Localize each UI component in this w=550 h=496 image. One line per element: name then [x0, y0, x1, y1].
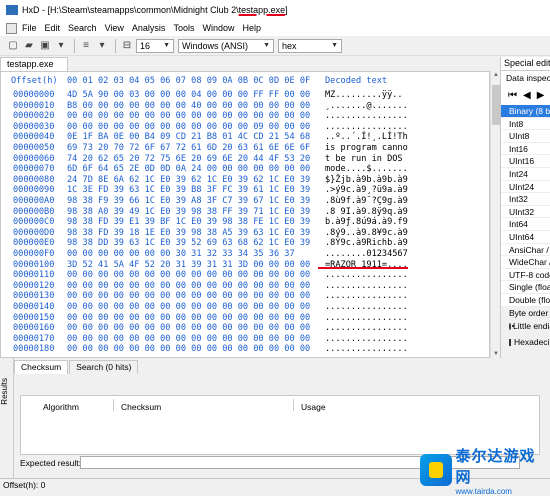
scrollbar-thumb[interactable] — [492, 85, 500, 125]
menu-help[interactable]: Help — [242, 23, 261, 33]
vertical-scrollbar[interactable]: ▲ ▼ — [490, 71, 500, 358]
toolbar-separator — [115, 39, 116, 53]
next-icon[interactable]: ▶ — [537, 90, 545, 101]
inspector-item[interactable]: Int16 — [501, 143, 550, 156]
menu-view[interactable]: View — [105, 23, 124, 33]
bytes-per-row-value: 16 — [140, 41, 150, 51]
column-divider — [293, 399, 294, 411]
window-title: HxD - [H:\Steam\steamapps\common\Midnigh… — [22, 5, 288, 15]
status-offset: Offset(h): 0 — [3, 480, 45, 490]
radio-selected-icon[interactable] — [509, 323, 511, 330]
dropdown-arrow-icon[interactable]: ▾ — [95, 39, 109, 53]
hxd-app-icon — [6, 5, 18, 15]
hex-editor-panel[interactable]: Offset(h) 00 01 02 03 04 05 06 07 08 09 … — [0, 71, 490, 358]
first-icon[interactable]: ⏮ — [508, 90, 517, 101]
row-decoded-text[interactable]: ................ — [325, 344, 408, 356]
results-tabs: Checksum Search (0 hits) — [14, 360, 139, 374]
toolbar-separator — [74, 39, 75, 53]
special-editor-panel: Special editor Data inspector ⏮ ◀ ▶ Bina… — [500, 57, 550, 358]
inspector-item[interactable]: UInt24 — [501, 181, 550, 194]
data-inspector-title: Data inspector — [501, 71, 550, 85]
hexadecimal-label: Hexadecimal — [514, 336, 550, 349]
display-mode-select[interactable]: hex ▼ — [278, 39, 342, 53]
little-endian-label: Little endian — [513, 320, 550, 333]
column-usage[interactable]: Usage — [301, 402, 326, 412]
inspector-item[interactable]: Single (float32) — [501, 281, 550, 294]
row-bytes[interactable]: 00 00 00 00 00 00 00 00 00 00 00 00 00 0… — [67, 344, 310, 356]
inspector-item[interactable]: Int64 — [501, 218, 550, 231]
checkbox-icon[interactable] — [509, 339, 511, 346]
inspector-item[interactable]: Binary (8 bit) — [501, 105, 550, 118]
open-file-icon[interactable]: ▰ — [22, 39, 36, 53]
special-editor-title[interactable]: Special editor — [501, 57, 550, 71]
results-label: Results — [0, 378, 14, 405]
dropdown-arrow-icon[interactable]: ▾ — [54, 39, 68, 53]
menu-analysis[interactable]: Analysis — [132, 23, 166, 33]
column-checksum[interactable]: Checksum — [121, 402, 161, 412]
column-algorithm[interactable]: Algorithm — [43, 402, 79, 412]
watermark: 泰尔达游戏网 www.tairda.com — [420, 452, 550, 488]
expected-result-label: Expected result: — [20, 458, 81, 468]
inspector-item[interactable]: Int8 — [501, 118, 550, 131]
title-filename: testapp.exe — [239, 5, 286, 15]
new-file-icon[interactable]: ▢ — [6, 39, 20, 53]
columns-icon[interactable]: ⊟ — [120, 39, 134, 53]
column-divider — [113, 399, 114, 411]
byte-order-label: Byte order — [501, 307, 550, 320]
inspector-item[interactable]: UInt8 — [501, 130, 550, 143]
hexadecimal-checkbox[interactable]: Hexadecimal — [501, 336, 550, 349]
offset-header: Offset(h) — [11, 76, 58, 88]
inspector-nav: ⏮ ◀ ▶ — [501, 85, 550, 105]
red-underline-annotation — [318, 267, 408, 269]
menu-window[interactable]: Window — [202, 23, 234, 33]
inspector-item[interactable]: WideChar / char16_t — [501, 256, 550, 269]
inspector-item[interactable]: Int24 — [501, 168, 550, 181]
menu-search[interactable]: Search — [68, 23, 97, 33]
display-mode-value: hex — [282, 41, 297, 51]
column-headers: 00 01 02 03 04 05 06 07 08 09 0A 0B 0C 0… — [67, 76, 310, 88]
results-side-tab[interactable]: Results — [0, 358, 14, 478]
decoded-text-header: Decoded text — [325, 76, 387, 88]
inspector-item[interactable]: UTF-8 code point — [501, 269, 550, 282]
row-offset[interactable]: 00000180 — [13, 344, 54, 356]
charset-value: Windows (ANSI) — [182, 41, 248, 51]
watermark-url: www.tairda.com — [456, 487, 550, 496]
menu-edit[interactable]: Edit — [45, 23, 61, 33]
charset-select[interactable]: Windows (ANSI) ▼ — [178, 39, 274, 53]
document-menu-icon[interactable] — [6, 23, 17, 34]
menu-tools[interactable]: Tools — [173, 23, 194, 33]
inspector-item[interactable]: Int32 — [501, 193, 550, 206]
chevron-down-icon: ▼ — [263, 42, 270, 49]
tab-testapp[interactable]: testapp.exe — [0, 57, 68, 71]
bytes-per-row-select[interactable]: 16 ▼ — [136, 39, 174, 53]
inspector-item[interactable]: Double (float64) — [501, 294, 550, 307]
inspector-item[interactable]: AnsiChar / char8_t — [501, 244, 550, 257]
watermark-logo — [420, 454, 452, 486]
menu-bar: File Edit Search View Analysis Tools Win… — [0, 20, 550, 36]
watermark-name: 泰尔达游戏网 — [456, 445, 550, 487]
little-endian-radio[interactable]: Little endian — [501, 320, 550, 333]
chevron-down-icon: ▼ — [163, 42, 170, 49]
tab-checksum[interactable]: Checksum — [14, 360, 68, 374]
toolbar: ▢ ▰ ▣ ▾ ≡ ▾ ⊟ 16 ▼ Windows (ANSI) ▼ hex ▼ — [0, 36, 550, 56]
inspector-item[interactable]: UInt16 — [501, 155, 550, 168]
previous-icon[interactable]: ◀ — [523, 90, 531, 101]
inspector-item[interactable]: UInt64 — [501, 231, 550, 244]
tab-search-hits[interactable]: Search (0 hits) — [69, 360, 138, 374]
chevron-down-icon: ▼ — [331, 42, 338, 49]
title-bar: HxD - [H:\Steam\steamapps\common\Midnigh… — [0, 0, 550, 20]
menu-file[interactable]: File — [22, 23, 37, 33]
list-icon[interactable]: ≡ — [79, 39, 93, 53]
document-tab-bar: testapp.exe — [0, 57, 500, 71]
save-icon[interactable]: ▣ — [38, 39, 52, 53]
inspector-item[interactable]: UInt32 — [501, 206, 550, 219]
